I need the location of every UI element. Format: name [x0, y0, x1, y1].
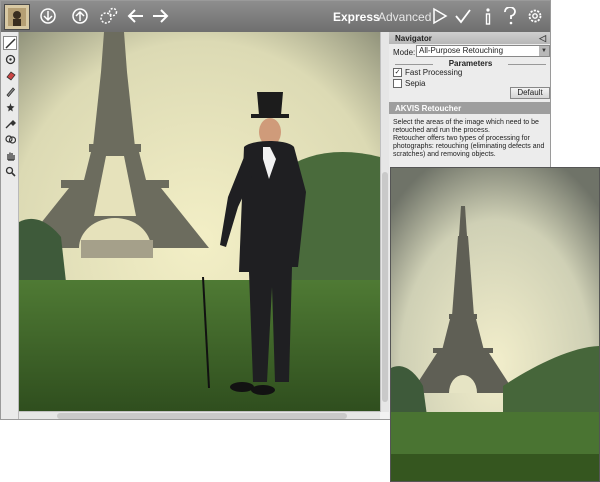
help-icon[interactable]: [499, 5, 521, 27]
collapse-arrow-icon[interactable]: ◁: [539, 33, 546, 44]
logo-icon: [4, 4, 30, 30]
dropper-tool-icon[interactable]: [3, 116, 17, 130]
advanced-mode-button[interactable]: Advanced: [378, 10, 431, 24]
stamp-tool-icon[interactable]: [3, 52, 17, 66]
parameters-title: Parameters: [393, 59, 548, 68]
default-button[interactable]: Default: [510, 87, 550, 99]
express-mode-button[interactable]: Express: [333, 10, 380, 24]
run-icon[interactable]: [429, 5, 451, 27]
tool-palette: [1, 32, 19, 419]
mode-label: Mode:: [393, 48, 416, 57]
eraser-tool-icon[interactable]: [3, 68, 17, 82]
navigator-header[interactable]: Navigator ◁: [389, 32, 550, 44]
sepia-checkbox[interactable]: Sepia: [393, 79, 425, 88]
info-title: AKVIS Retoucher: [395, 104, 462, 113]
hand-tool-icon[interactable]: [3, 148, 17, 162]
info-icon[interactable]: [477, 5, 499, 27]
patch-tool-icon[interactable]: [3, 132, 17, 146]
sepia-label: Sepia: [405, 79, 426, 88]
info-text: Select the areas of the image which need…: [393, 119, 545, 158]
navigator-title: Navigator: [395, 34, 432, 43]
magic-wand-tool-icon[interactable]: [3, 100, 17, 114]
mode-select[interactable]: All-Purpose Retouching ▼: [416, 45, 550, 57]
sepia-check-box[interactable]: [393, 79, 402, 88]
fast-processing-check-icon[interactable]: ✓: [393, 68, 402, 77]
preferences-icon[interactable]: [98, 5, 120, 27]
settings-icon[interactable]: [524, 5, 546, 27]
horizontal-scrollbar[interactable]: [19, 411, 380, 419]
info-header: AKVIS Retoucher: [389, 102, 550, 114]
mode-select-value: All-Purpose Retouching: [419, 46, 504, 55]
vertical-scrollbar[interactable]: [380, 32, 389, 412]
chevron-down-icon[interactable]: ▼: [539, 46, 549, 56]
vertical-scroll-thumb[interactable]: [382, 172, 388, 402]
result-photo-preview: [390, 167, 600, 482]
open-icon[interactable]: [37, 5, 59, 27]
top-toolbar: Express Advanced: [1, 1, 550, 32]
image-canvas[interactable]: [19, 32, 380, 412]
fast-processing-checkbox[interactable]: ✓ Fast Processing: [393, 68, 462, 77]
back-icon[interactable]: [125, 5, 147, 27]
zoom-tool-icon[interactable]: [3, 164, 17, 178]
retouch-brush-tool-icon[interactable]: [3, 36, 17, 50]
horizontal-scroll-thumb[interactable]: [57, 413, 347, 419]
fast-processing-label: Fast Processing: [405, 68, 463, 77]
forward-icon[interactable]: [149, 5, 171, 27]
pencil-tool-icon[interactable]: [3, 84, 17, 98]
apply-icon[interactable]: [452, 5, 474, 27]
save-icon[interactable]: [69, 5, 91, 27]
